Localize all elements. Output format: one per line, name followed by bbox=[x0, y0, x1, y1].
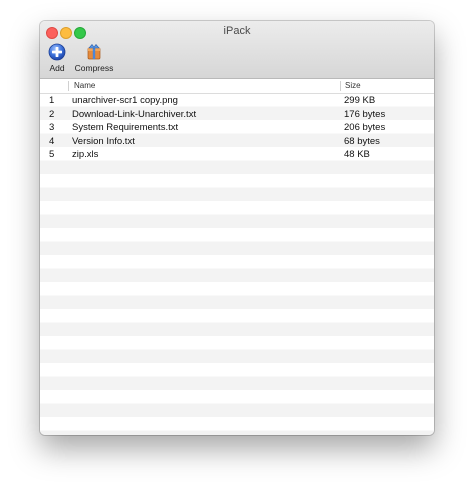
table-row[interactable]: 3 System Requirements.txt 206 bytes bbox=[40, 121, 434, 135]
table-header: Name Size bbox=[40, 79, 434, 94]
compress-button-label: Compress bbox=[74, 63, 114, 73]
column-separator[interactable] bbox=[68, 81, 69, 91]
row-file-name: unarchiver-scr1 copy.png bbox=[72, 95, 178, 106]
table-rows: 1 unarchiver-scr1 copy.png 299 KB 2 Down… bbox=[40, 94, 434, 162]
row-file-size: 68 bytes bbox=[344, 135, 380, 147]
row-file-size: 299 KB bbox=[344, 95, 376, 106]
row-index: 3 bbox=[49, 122, 55, 133]
add-button[interactable]: Add bbox=[45, 43, 69, 73]
row-file-size: 206 bytes bbox=[344, 122, 386, 133]
app-window: iPack Add Compress Name Size 1 unarchive… bbox=[40, 21, 434, 435]
row-file-size: 176 bytes bbox=[344, 108, 386, 120]
column-header-size[interactable]: Size bbox=[345, 81, 361, 90]
row-file-name: Version Info.txt bbox=[72, 135, 135, 147]
row-index: 1 bbox=[49, 95, 55, 106]
column-header-name[interactable]: Name bbox=[74, 81, 95, 90]
row-file-name: Download-Link-Unarchiver.txt bbox=[72, 108, 197, 120]
row-index: 5 bbox=[49, 149, 55, 160]
row-file-name: System Requirements.txt bbox=[72, 122, 179, 133]
row-index: 4 bbox=[49, 135, 55, 147]
compress-icon bbox=[87, 44, 101, 60]
table-row[interactable]: 5 zip.xls 48 KB bbox=[40, 148, 434, 162]
row-file-size: 48 KB bbox=[344, 149, 370, 160]
table-row[interactable]: 1 unarchiver-scr1 copy.png 299 KB bbox=[40, 94, 434, 108]
file-table: Name Size 1 unarchiver-scr1 copy.png 299… bbox=[40, 79, 434, 435]
add-icon bbox=[48, 43, 66, 61]
column-separator[interactable] bbox=[340, 81, 341, 91]
compress-button[interactable]: Compress bbox=[70, 43, 118, 73]
table-row[interactable]: 4 Version Info.txt 68 bytes bbox=[40, 135, 434, 149]
titlebar: iPack Add Compress bbox=[40, 21, 434, 79]
row-index: 2 bbox=[49, 108, 55, 120]
row-file-name: zip.xls bbox=[72, 149, 99, 160]
add-button-label: Add bbox=[49, 63, 65, 73]
window-title: iPack bbox=[223, 25, 251, 37]
table-row[interactable]: 2 Download-Link-Unarchiver.txt 176 bytes bbox=[40, 108, 434, 122]
